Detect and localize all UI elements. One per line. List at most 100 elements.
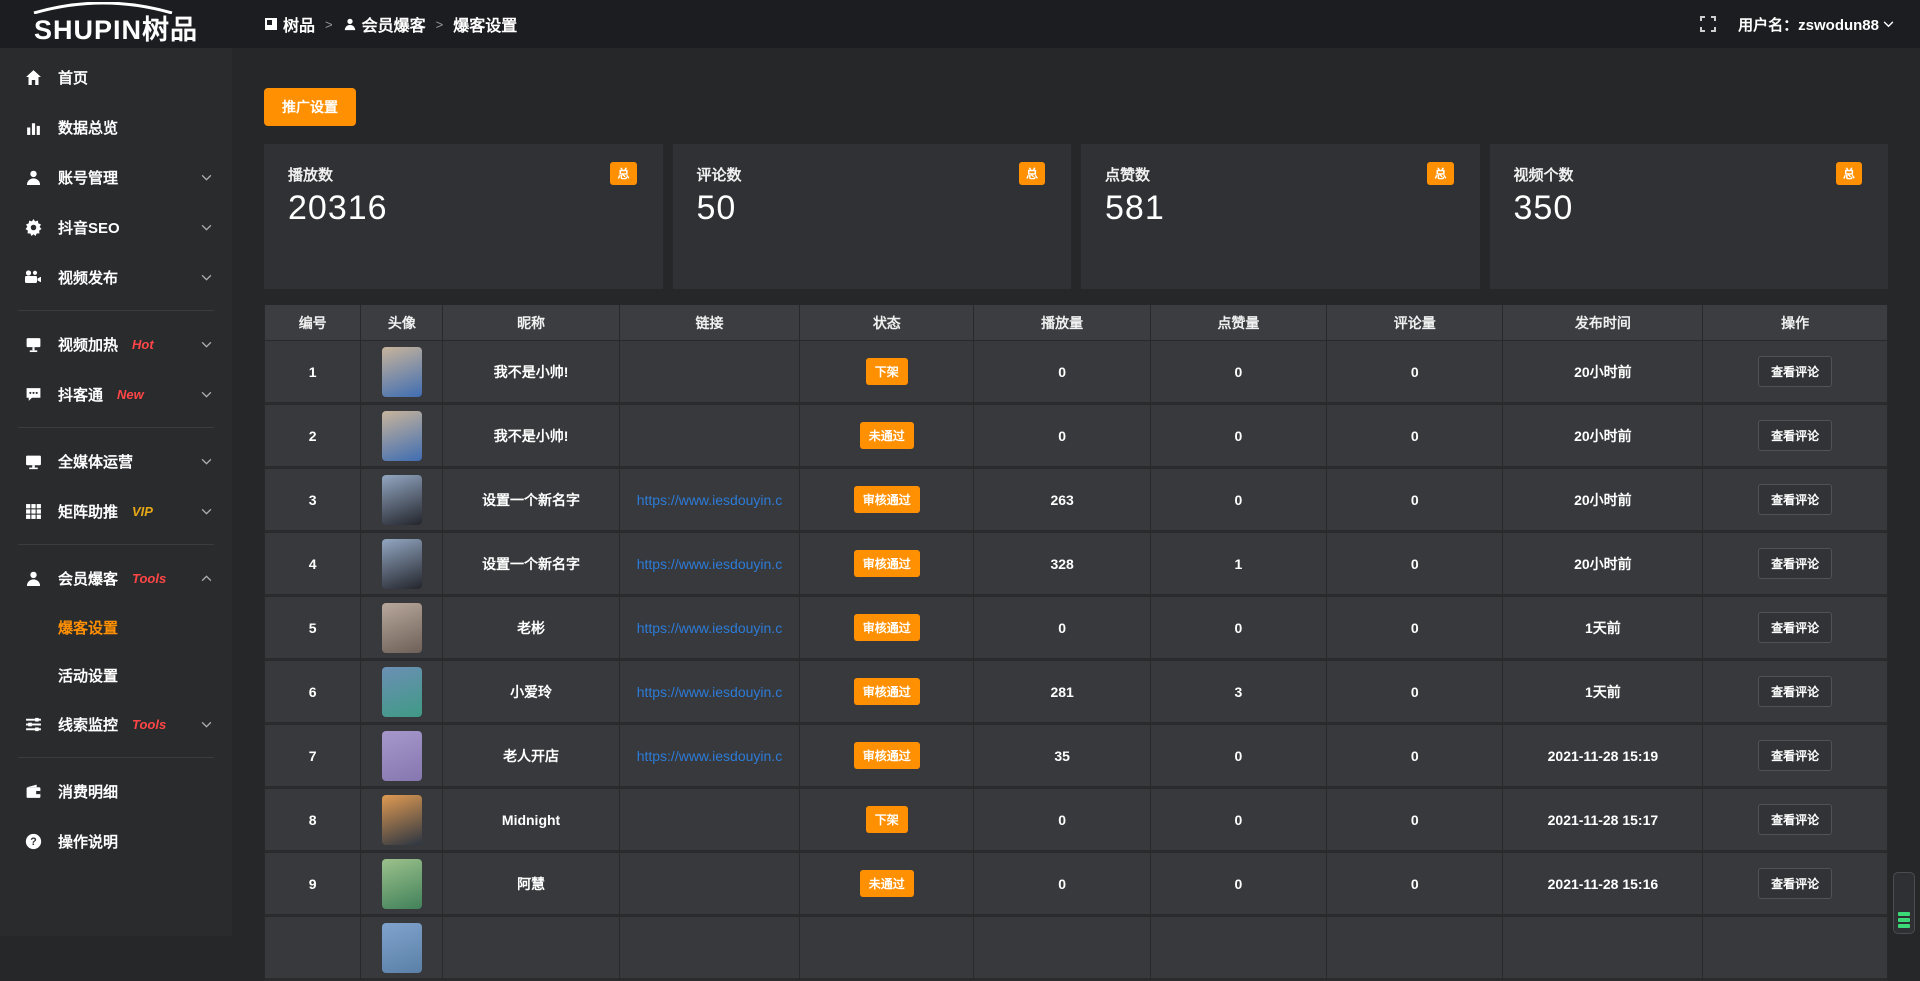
video-link[interactable]: https://www.iesdouyin.c bbox=[637, 620, 783, 636]
brand-logo[interactable]: SHUPIN树品 bbox=[0, 0, 232, 48]
cell-status bbox=[800, 917, 974, 981]
chevron-up-icon bbox=[201, 575, 212, 582]
cell-avatar bbox=[361, 405, 443, 469]
stat-value: 350 bbox=[1514, 189, 1865, 228]
cell-link: https://www.iesdouyin.c bbox=[620, 725, 800, 789]
cell-status: 审核通过 bbox=[800, 469, 974, 533]
promo-settings-button[interactable]: 推广设置 bbox=[264, 88, 356, 126]
chevron-down-icon bbox=[201, 341, 212, 348]
cell-status: 下架 bbox=[800, 789, 974, 853]
floating-widget[interactable] bbox=[1893, 872, 1915, 934]
sidebar-item-label: 消费明细 bbox=[58, 781, 118, 802]
cell-time: 20小时前 bbox=[1503, 533, 1703, 597]
cell-plays: 0 bbox=[974, 597, 1150, 661]
cell-likes: 0 bbox=[1151, 341, 1327, 405]
sidebar-item-label: 视频加热 bbox=[58, 334, 118, 355]
menu-divider bbox=[18, 757, 214, 758]
stat-card-comments: 评论数 50 总 bbox=[673, 144, 1072, 289]
cell-plays: 0 bbox=[974, 405, 1150, 469]
view-comments-button[interactable]: 查看评论 bbox=[1758, 484, 1832, 515]
sidebar-item-label: 抖音SEO bbox=[58, 217, 120, 238]
cell-time: 1天前 bbox=[1503, 597, 1703, 661]
stat-value: 50 bbox=[697, 189, 1048, 228]
cell-comments: 0 bbox=[1327, 469, 1503, 533]
cell-link bbox=[620, 405, 800, 469]
table-row: 7 老人开店 https://www.iesdouyin.c 审核通过 35 0… bbox=[264, 725, 1888, 789]
sidebar-item-7[interactable]: 全媒体运营 bbox=[0, 436, 232, 486]
cell-nickname: 老彬 bbox=[443, 597, 619, 661]
sidebar-subitem-0[interactable]: 爆客设置 bbox=[0, 603, 232, 651]
avatar bbox=[382, 603, 422, 653]
cell-nickname: 阿慧 bbox=[443, 853, 619, 917]
cell-comments bbox=[1327, 917, 1503, 981]
video-camera-icon bbox=[24, 268, 42, 286]
topbar: SHUPIN树品 树品 > 会员爆客 > 爆客设置 用户名：zswodun88 bbox=[0, 0, 1920, 48]
fullscreen-icon[interactable] bbox=[1700, 16, 1716, 32]
table-row: 2 我不是小帅! 未通过 0 0 0 20小时前 查看评论 bbox=[264, 405, 1888, 469]
col-header-avatar: 头像 bbox=[361, 305, 443, 341]
sidebar-item-label: 线索监控 bbox=[58, 714, 118, 735]
cell-avatar bbox=[361, 853, 443, 917]
total-badge: 总 bbox=[1427, 162, 1453, 185]
chevron-down-icon bbox=[201, 174, 212, 181]
sidebar-item-8[interactable]: 矩阵助推 VIP bbox=[0, 486, 232, 536]
col-header-likes: 点赞量 bbox=[1151, 305, 1327, 341]
cell-time: 1天前 bbox=[1503, 661, 1703, 725]
menu-tag: Hot bbox=[132, 337, 154, 352]
avatar bbox=[382, 539, 422, 589]
video-link[interactable]: https://www.iesdouyin.c bbox=[637, 492, 783, 508]
status-badge: 下架 bbox=[866, 358, 908, 385]
view-comments-button[interactable]: 查看评论 bbox=[1758, 740, 1832, 771]
stat-value: 581 bbox=[1105, 189, 1456, 228]
view-comments-button[interactable]: 查看评论 bbox=[1758, 548, 1832, 579]
chevron-down-icon bbox=[201, 458, 212, 465]
video-link[interactable]: https://www.iesdouyin.c bbox=[637, 684, 783, 700]
breadcrumb-item-home[interactable]: 树品 bbox=[264, 12, 315, 36]
view-comments-button[interactable]: 查看评论 bbox=[1758, 868, 1832, 899]
sidebar-item-5[interactable]: 视频加热 Hot bbox=[0, 319, 232, 369]
cell-id: 2 bbox=[264, 405, 361, 469]
view-comments-button[interactable]: 查看评论 bbox=[1758, 804, 1832, 835]
cell-plays: 0 bbox=[974, 789, 1150, 853]
chevron-down-icon bbox=[201, 391, 212, 398]
sidebar-item-10[interactable]: 线索监控 Tools bbox=[0, 699, 232, 749]
cell-link bbox=[620, 341, 800, 405]
chevron-down-icon bbox=[201, 224, 212, 231]
view-comments-button[interactable]: 查看评论 bbox=[1758, 420, 1832, 451]
stat-card-videos: 视频个数 350 总 bbox=[1490, 144, 1889, 289]
stat-value: 20316 bbox=[288, 189, 639, 228]
video-link[interactable]: https://www.iesdouyin.c bbox=[637, 556, 783, 572]
sidebar-item-6[interactable]: 抖客通 New bbox=[0, 369, 232, 419]
sidebar-item-11[interactable]: 消费明细 bbox=[0, 766, 232, 816]
menu-divider bbox=[18, 427, 214, 428]
cell-nickname: 设置一个新名字 bbox=[443, 469, 619, 533]
col-header-comments: 评论量 bbox=[1327, 305, 1503, 341]
sidebar-item-3[interactable]: 抖音SEO bbox=[0, 202, 232, 252]
view-comments-button[interactable]: 查看评论 bbox=[1758, 356, 1832, 387]
sidebar-item-9[interactable]: 会员爆客 Tools bbox=[0, 553, 232, 603]
sidebar-item-12[interactable]: ? 操作说明 bbox=[0, 816, 232, 866]
sidebar-subitem-1[interactable]: 活动设置 bbox=[0, 651, 232, 699]
gear-icon bbox=[24, 218, 42, 236]
sidebar-item-4[interactable]: 视频发布 bbox=[0, 252, 232, 302]
cell-time: 20小时前 bbox=[1503, 341, 1703, 405]
main-content: 推广设置 播放数 20316 总 评论数 50 总 点赞数 581 总 视频个数… bbox=[232, 48, 1920, 936]
view-comments-button[interactable]: 查看评论 bbox=[1758, 612, 1832, 643]
sidebar-item-1[interactable]: 数据总览 bbox=[0, 102, 232, 152]
cell-link bbox=[620, 789, 800, 853]
video-link[interactable]: https://www.iesdouyin.c bbox=[637, 748, 783, 764]
view-comments-button[interactable]: 查看评论 bbox=[1758, 676, 1832, 707]
cell-likes bbox=[1151, 917, 1327, 981]
table-row: 1 我不是小帅! 下架 0 0 0 20小时前 查看评论 bbox=[264, 341, 1888, 405]
cell-time: 2021-11-28 15:19 bbox=[1503, 725, 1703, 789]
menu-divider bbox=[18, 544, 214, 545]
breadcrumb-item-member[interactable]: 会员爆客 bbox=[343, 12, 426, 36]
cell-actions: 查看评论 bbox=[1703, 597, 1888, 661]
sidebar-item-2[interactable]: 账号管理 bbox=[0, 152, 232, 202]
cell-comments: 0 bbox=[1327, 405, 1503, 469]
cell-plays bbox=[974, 917, 1150, 981]
table-row: 9 阿慧 未通过 0 0 0 2021-11-28 15:16 查看评论 bbox=[264, 853, 1888, 917]
sidebar-item-0[interactable]: 首页 bbox=[0, 52, 232, 102]
avatar bbox=[382, 347, 422, 397]
user-menu[interactable]: 用户名：zswodun88 bbox=[1738, 14, 1894, 35]
